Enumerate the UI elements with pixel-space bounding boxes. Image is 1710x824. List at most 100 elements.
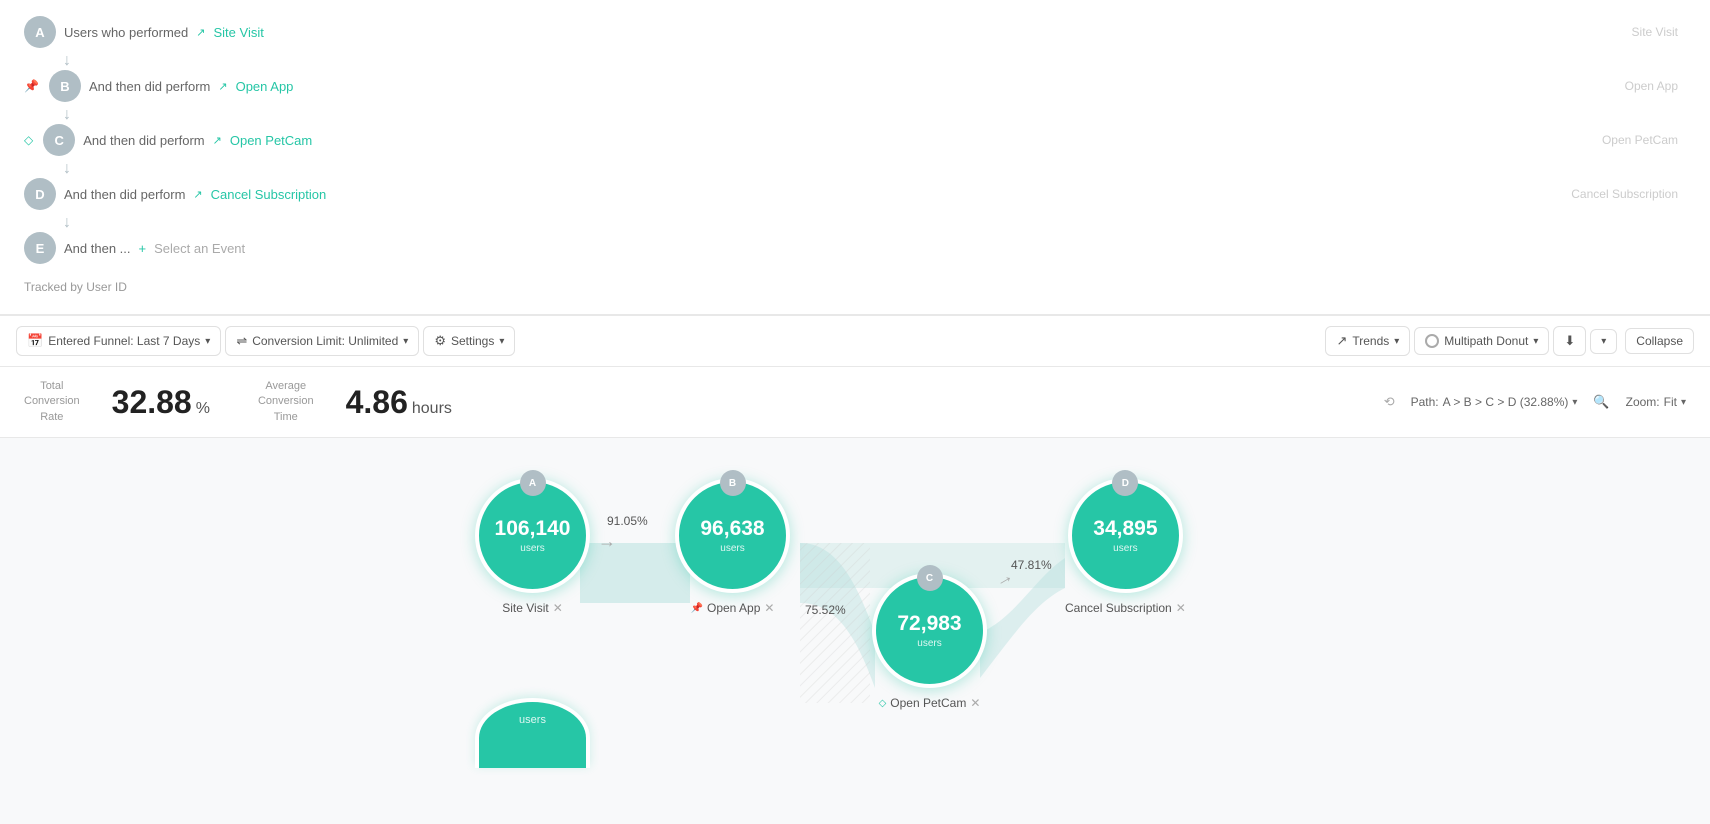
multipath-donut-chevron: ▾: [1533, 336, 1538, 347]
step-e-row: E And then ... + Select an Event: [24, 232, 1686, 264]
node-b-label: Open App: [707, 601, 760, 615]
toolbar: 📅 Entered Funnel: Last 7 Days ▾ ⇌ Conver…: [0, 315, 1710, 367]
node-b-close[interactable]: ✕: [764, 601, 774, 615]
node-c-users: users: [917, 638, 941, 649]
total-conversion-value-block: 32.88 %: [112, 384, 210, 421]
node-a-close[interactable]: ✕: [553, 601, 563, 615]
multipath-donut-button[interactable]: Multipath Donut ▾: [1414, 327, 1549, 355]
node-c-close[interactable]: ✕: [970, 696, 980, 710]
step-e-select-label[interactable]: Select an Event: [154, 241, 245, 256]
avg-conversion-block: AverageConversionTime: [258, 379, 314, 425]
node-b-circle-wrapper: B 96,638 users: [675, 478, 790, 593]
step-c-circle: C: [43, 124, 75, 156]
step-b-event-link[interactable]: Open App: [236, 79, 294, 94]
node-d-circle-wrapper: D 34,895 users: [1068, 478, 1183, 593]
step-e-circle: E: [24, 232, 56, 264]
node-e: users: [475, 698, 590, 768]
entered-funnel-label: Entered Funnel: Last 7 Days: [48, 334, 200, 348]
conversion-limit-button[interactable]: ⇌ Conversion Limit: Unlimited ▾: [225, 326, 419, 356]
step-a-right-label: Site Visit: [1632, 25, 1678, 39]
node-b-users: users: [720, 543, 744, 554]
step-e-prefix: And then ...: [64, 241, 131, 256]
conversion-limit-icon: ⇌: [236, 333, 247, 349]
conversion-a-b: 91.05%: [607, 514, 648, 528]
avg-conversion-label: AverageConversionTime: [258, 379, 314, 425]
node-a-badge: A: [520, 470, 546, 496]
step-d-trend-icon: ↗: [193, 188, 202, 201]
step-a-connector: ↓: [63, 52, 1686, 70]
node-b-count: 96,638: [700, 517, 764, 541]
donut-icon: [1425, 334, 1439, 348]
chart-area: A 106,140 users Site Visit ✕ → 91.05% B …: [0, 438, 1710, 818]
avg-conversion-unit: hours: [412, 400, 452, 418]
step-a-trend-icon: ↗: [196, 26, 205, 39]
path-value: A > B > C > D (32.88%): [1443, 395, 1569, 409]
entered-funnel-chevron: ▾: [205, 336, 210, 347]
step-b-pin-icon: 📌: [24, 79, 39, 93]
node-c-diamond-icon: ◇: [879, 698, 887, 709]
funnel-visualization: A 106,140 users Site Visit ✕ → 91.05% B …: [405, 458, 1305, 798]
node-c-label: Open PetCam: [890, 696, 966, 710]
zoom-label: Zoom:: [1626, 395, 1660, 409]
node-c-badge: C: [917, 565, 943, 591]
collapse-button[interactable]: Collapse: [1625, 328, 1694, 354]
step-c-event-link[interactable]: Open PetCam: [230, 133, 312, 148]
step-d-right-label: Cancel Subscription: [1571, 187, 1678, 201]
settings-button[interactable]: ⚙ Settings ▾: [423, 326, 515, 356]
node-a-label: Site Visit: [502, 601, 548, 615]
settings-label: Settings: [451, 334, 494, 348]
node-c-count: 72,983: [897, 612, 961, 636]
download-button[interactable]: ⬇: [1553, 326, 1586, 356]
step-c-trend-icon: ↗: [213, 134, 222, 147]
step-b-connector: ↓: [63, 106, 1686, 124]
step-c-right-label: Open PetCam: [1602, 133, 1678, 147]
avg-conversion-value: 4.86: [346, 384, 408, 421]
entered-funnel-button[interactable]: 📅 Entered Funnel: Last 7 Days ▾: [16, 326, 221, 356]
total-conversion-label: TotalConversionRate: [24, 379, 80, 425]
total-conversion-value: 32.88: [112, 384, 192, 421]
calendar-icon: 📅: [27, 333, 43, 349]
conversion-limit-label: Conversion Limit: Unlimited: [252, 334, 398, 348]
trends-chevron: ▾: [1394, 336, 1399, 347]
trends-button[interactable]: ↗ Trends ▾: [1325, 326, 1410, 356]
search-icon: 🔍: [1593, 394, 1609, 410]
trends-label: Trends: [1352, 334, 1389, 348]
node-e-users-label: users: [519, 714, 546, 726]
node-d-users: users: [1113, 543, 1137, 554]
node-d-close[interactable]: ✕: [1176, 601, 1186, 615]
tracked-by-label: Tracked by User ID: [24, 272, 1686, 298]
zoom-selector[interactable]: Zoom: Fit ▾: [1626, 395, 1686, 409]
step-c-prefix: And then did perform: [83, 133, 204, 148]
more-options-button[interactable]: ▾: [1590, 329, 1617, 354]
step-a-prefix: Users who performed: [64, 25, 188, 40]
zoom-value: Fit: [1664, 395, 1677, 409]
trends-icon: ↗: [1336, 333, 1347, 349]
node-a-users: users: [520, 543, 544, 554]
funnel-steps-section: A Users who performed ↗ Site Visit Site …: [0, 0, 1710, 315]
path-selector[interactable]: Path: A > B > C > D (32.88%) ▾: [1411, 395, 1578, 409]
arrow-a-b: →: [598, 531, 616, 552]
node-e-partial-circle: users: [475, 698, 590, 768]
node-c: C 72,983 users ◇ Open PetCam ✕: [872, 573, 987, 710]
node-d-count: 34,895: [1093, 517, 1157, 541]
path-icon: ⟲: [1384, 394, 1395, 410]
step-a-event-link[interactable]: Site Visit: [214, 25, 264, 40]
node-b-label-row: 📌 Open App ✕: [691, 601, 775, 615]
step-d-row: D And then did perform ↗ Cancel Subscrip…: [24, 178, 1686, 210]
step-c-connector: ↓: [63, 160, 1686, 178]
node-a-label-row: Site Visit ✕: [502, 601, 563, 615]
avg-conversion-value-block: 4.86 hours: [346, 384, 452, 421]
step-d-connector: ↓: [63, 214, 1686, 232]
step-a-circle: A: [24, 16, 56, 48]
node-a-circle-wrapper: A 106,140 users: [475, 478, 590, 593]
conversion-limit-chevron: ▾: [403, 336, 408, 347]
node-c-label-row: ◇ Open PetCam ✕: [879, 696, 981, 710]
path-label: Path:: [1411, 395, 1439, 409]
node-a: A 106,140 users Site Visit ✕: [475, 478, 590, 615]
node-b-badge: B: [720, 470, 746, 496]
multipath-donut-label: Multipath Donut: [1444, 334, 1528, 348]
step-d-event-link[interactable]: Cancel Subscription: [211, 187, 327, 202]
step-b-row: 📌 B And then did perform ↗ Open App Open…: [24, 70, 1686, 102]
step-e-plus-icon[interactable]: +: [139, 241, 147, 256]
step-b-circle: B: [49, 70, 81, 102]
